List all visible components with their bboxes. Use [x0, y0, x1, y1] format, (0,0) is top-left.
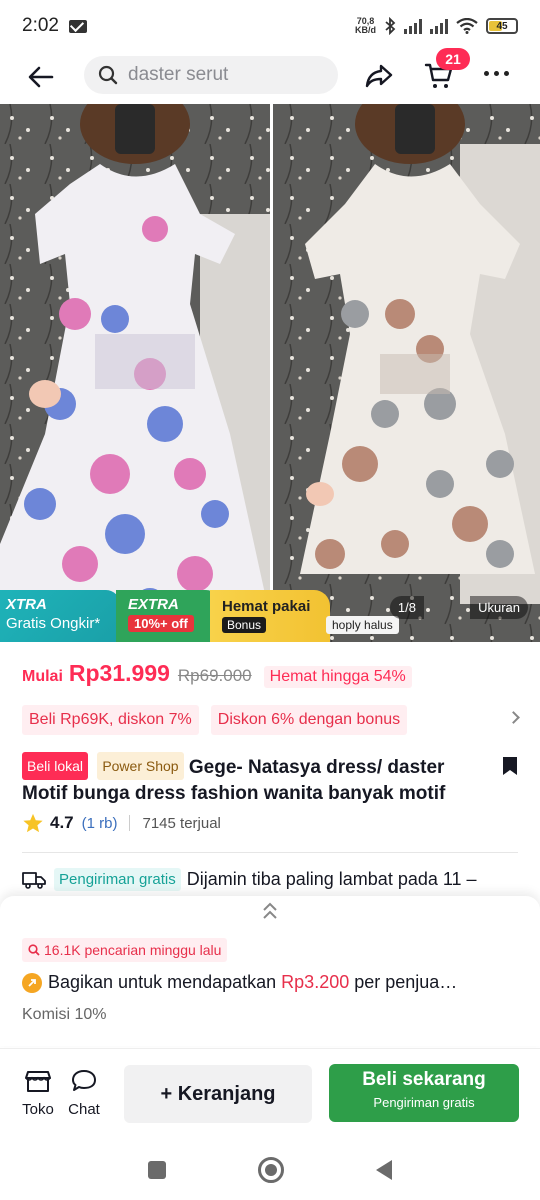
promo-banner: XTRA Gratis Ongkir* EXTRA 10%+ off Hemat…	[0, 590, 540, 642]
promo-tag[interactable]: Diskon 6% dengan bonus	[210, 705, 408, 735]
price-prefix: Mulai	[22, 668, 63, 685]
size-button[interactable]: Ukuran	[470, 596, 528, 619]
search-input[interactable]: daster serut	[84, 56, 338, 94]
divider	[129, 815, 131, 831]
back-icon[interactable]	[376, 1160, 392, 1180]
product-image-gallery[interactable]	[0, 104, 540, 642]
home-icon[interactable]	[258, 1157, 284, 1183]
product-photo	[0, 104, 540, 642]
add-to-cart-button[interactable]: + Keranjang	[124, 1065, 312, 1123]
free-shipping-tag: Pengiriman gratis	[54, 868, 181, 891]
product-title-block: Beli lokal Power Shop Gege- Natasya dres…	[22, 752, 492, 807]
search-trend-badge: 16.1K pencarian minggu lalu	[22, 938, 228, 962]
share-icon[interactable]	[364, 62, 394, 90]
delivery-guarantee: Dijamin tiba paling lambat pada 11 –	[186, 869, 477, 889]
truck-icon	[22, 871, 46, 889]
section-divider	[22, 852, 518, 853]
chat-button[interactable]: Chat	[64, 1069, 104, 1118]
top-bar: daster serut 21	[0, 48, 540, 102]
current-price: Rp31.999	[68, 660, 170, 686]
original-price: Rp69.000	[177, 666, 252, 685]
price-row: Mulai Rp31.999 Rp69.000 Hemat hingga 54%	[22, 660, 412, 688]
rating-count[interactable]: (1 rb)	[82, 815, 118, 832]
buy-now-button[interactable]: Beli sekarang Pengiriman gratis	[329, 1064, 519, 1122]
coin-icon	[22, 972, 42, 993]
status-bar: 2:02 70,8 KB/d 45	[0, 0, 540, 52]
expand-up-icon[interactable]	[262, 902, 278, 920]
rating-value: 4.7	[50, 813, 74, 832]
bonus-savings-badge: Hemat pakai Bonus	[210, 590, 330, 642]
local-tag: Beli lokal	[22, 752, 89, 780]
affiliate-sheet[interactable]: 16.1K pencarian minggu lalu Bagikan untu…	[0, 896, 540, 1046]
bottom-action-bar: Toko Chat + Keranjang Beli sekarang Peng…	[0, 1048, 540, 1138]
signal-icon	[404, 18, 422, 34]
banner-caption: hoply halus	[326, 616, 399, 634]
chat-icon	[72, 1070, 96, 1091]
shop-button[interactable]: Toko	[18, 1069, 58, 1118]
mail-icon	[68, 19, 87, 33]
star-icon	[23, 813, 43, 833]
cart-count-badge: 21	[436, 48, 470, 70]
battery-icon: 45	[486, 18, 518, 34]
commission-text: Komisi 10%	[22, 1006, 107, 1023]
recent-apps-icon[interactable]	[148, 1161, 166, 1179]
shop-icon	[25, 1071, 51, 1092]
search-icon	[28, 944, 40, 956]
savings-badge: Hemat hingga 54%	[263, 666, 412, 688]
shipping-row[interactable]: Pengiriman gratis Dijamin tiba paling la…	[22, 868, 477, 891]
sold-count: 7145 terjual	[142, 814, 221, 832]
image-page-indicator: 1/8	[389, 596, 424, 619]
extra-discount-badge: EXTRA 10%+ off	[116, 590, 220, 642]
status-time: 2:02	[22, 15, 59, 36]
bluetooth-icon	[385, 17, 396, 35]
system-nav-bar	[0, 1140, 540, 1200]
net-speed: 70,8 KB/d	[355, 16, 376, 35]
power-shop-tag: Power Shop	[97, 752, 184, 780]
promo-row[interactable]: Beli Rp69K, diskon 7% Diskon 6% dengan b…	[22, 705, 408, 735]
promo-tag[interactable]: Beli Rp69K, diskon 7%	[22, 705, 199, 735]
wifi-icon	[456, 18, 478, 34]
xtra-free-shipping-badge: XTRA Gratis Ongkir*	[0, 590, 120, 642]
signal-icon-2	[430, 18, 448, 34]
rating-row[interactable]: 4.7 (1 rb) 7145 terjual	[22, 812, 221, 834]
back-arrow-icon[interactable]	[26, 62, 56, 92]
chevron-right-icon[interactable]	[507, 711, 520, 724]
bookmark-icon[interactable]	[502, 756, 518, 776]
search-placeholder: daster serut	[128, 64, 229, 85]
search-icon	[98, 65, 118, 85]
share-earn-row[interactable]: Bagikan untuk mendapatkan Rp3.200 per pe…	[22, 972, 502, 993]
more-options-icon[interactable]	[484, 71, 509, 76]
